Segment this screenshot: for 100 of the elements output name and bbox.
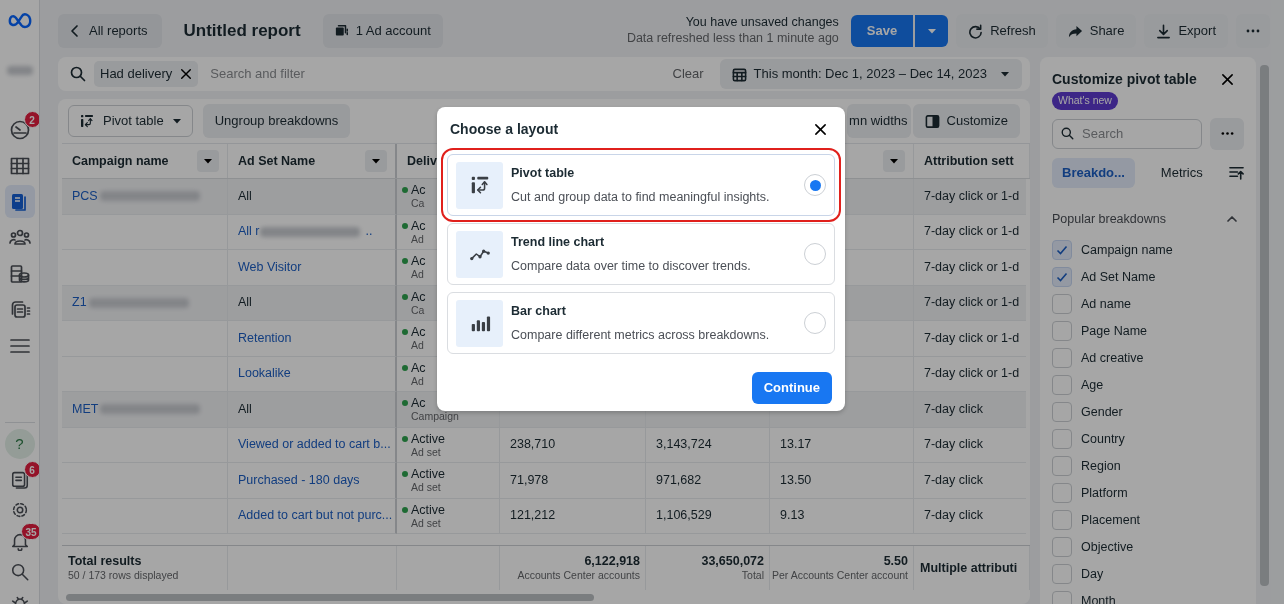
dialog-title: Choose a layout xyxy=(449,120,559,139)
status-dot xyxy=(402,222,408,229)
layout-dropdown[interactable]: Pivot table xyxy=(68,105,193,137)
column-header[interactable]: Ad Set Name xyxy=(238,151,316,171)
table-cell-text: All xyxy=(238,187,252,205)
campaign-link[interactable]: MET xyxy=(72,399,99,419)
filter-chip[interactable]: Had delivery xyxy=(94,61,199,87)
close-button[interactable] xyxy=(1221,73,1234,86)
sort-icon[interactable] xyxy=(1228,165,1244,181)
table-cell-text: 7-day click or 1-d xyxy=(924,329,1020,347)
option-description: Cut and group data to find meaningful insights. xyxy=(511,188,770,206)
status-text: Ac xyxy=(411,396,426,411)
checkbox[interactable] xyxy=(1052,294,1072,314)
close-button[interactable] xyxy=(814,123,827,136)
checkbox[interactable] xyxy=(1052,267,1072,287)
campaign-link[interactable]: PCS xyxy=(72,186,98,206)
column-header[interactable]: Attribution sett xyxy=(924,151,1014,171)
checkbox-label: Gender xyxy=(1081,403,1123,421)
search-icon xyxy=(9,561,30,582)
option-title: Trend line chart xyxy=(511,233,606,251)
table-cell-text: 7-day click or 1-d xyxy=(924,365,1020,383)
ungroup-button[interactable]: Ungroup breakdowns xyxy=(202,104,351,138)
status-level-text: Ad set xyxy=(411,516,441,529)
table-cell-text: All xyxy=(238,400,252,418)
status-text: Ac xyxy=(411,325,426,340)
checkbox[interactable] xyxy=(1052,456,1072,476)
ad-set-link[interactable]: All r xyxy=(238,222,260,242)
campaign-link[interactable]: Z1 xyxy=(72,293,87,313)
filter-bar[interactable]: Had delivery Search and filter Clear This month: Dec 1, 2023 – Dec 14, 2023 xyxy=(58,57,1030,91)
column-header[interactable]: Campaign name xyxy=(72,151,169,171)
notification-badge: 6 xyxy=(23,461,39,478)
layout-option[interactable]: Bar chart Compare different metrics across breakdowns. xyxy=(447,292,835,354)
help-button[interactable]: ? xyxy=(4,429,35,459)
remove-filter-button[interactable] xyxy=(180,68,193,80)
checkbox[interactable] xyxy=(1052,348,1072,368)
scrollbar-thumb[interactable] xyxy=(66,593,594,601)
search-input[interactable]: Search xyxy=(1080,123,1193,145)
ad-set-link[interactable]: Lookalike xyxy=(238,364,291,384)
new-badge: What's new xyxy=(1052,92,1118,110)
close-icon xyxy=(814,123,827,136)
ad-set-link[interactable]: Retention xyxy=(238,328,292,348)
back-button[interactable]: All reports xyxy=(58,14,162,48)
checkbox[interactable] xyxy=(1052,537,1072,557)
total-caption: Total xyxy=(741,569,764,582)
clear-link[interactable]: Clear xyxy=(672,64,704,84)
tab[interactable]: Breakdo... xyxy=(1052,157,1135,188)
accounts-icon xyxy=(334,24,349,38)
checkbox[interactable] xyxy=(1052,564,1072,584)
search-field[interactable]: Search xyxy=(1052,118,1202,149)
search-field[interactable]: Search and filter xyxy=(208,63,665,85)
checkbox-label: Platform xyxy=(1081,484,1128,502)
checkbox[interactable] xyxy=(1052,321,1072,341)
more-button[interactable] xyxy=(1210,117,1244,150)
checkbox[interactable] xyxy=(1052,483,1072,503)
table-cell-text: 971,682 xyxy=(656,471,702,489)
column-menu-button[interactable] xyxy=(197,150,219,172)
table-cell-text: 7-day click or 1-d xyxy=(924,294,1020,312)
checkbox-label: Objective xyxy=(1081,538,1134,556)
date-range-button[interactable]: This month: Dec 1, 2023 – Dec 14, 2023 xyxy=(719,59,1022,89)
status-text: Active xyxy=(411,431,446,446)
save-options-button[interactable] xyxy=(915,15,949,47)
ad-account-button[interactable]: 1 Ad account xyxy=(322,14,443,48)
status-dot xyxy=(402,187,408,193)
checkbox-label: Ad creative xyxy=(1081,349,1144,367)
status-dot xyxy=(402,506,408,513)
layout-option[interactable]: Trend line chart Compare data over time to discover trends. xyxy=(447,223,835,285)
status-text: Ac xyxy=(411,254,426,269)
checkbox[interactable] xyxy=(1052,510,1072,530)
checkbox[interactable] xyxy=(1052,402,1072,422)
option-title: Bar chart xyxy=(511,302,567,320)
scrollbar-thumb[interactable] xyxy=(1259,65,1269,586)
column-menu-button[interactable] xyxy=(883,150,905,172)
status-dot xyxy=(402,435,408,442)
table-cell-text: 7-day click or 1-d xyxy=(924,187,1020,205)
ad-set-link[interactable]: Purchased - 180 days xyxy=(238,470,360,490)
checkbox-label: Month xyxy=(1081,592,1116,604)
save-button[interactable]: Save xyxy=(850,15,914,47)
pivot-table-icon xyxy=(79,113,95,129)
table-cell-text: 7-day click or 1-d xyxy=(924,258,1020,276)
column-header[interactable]: Deliv xyxy=(407,151,437,171)
customize-button[interactable]: Customize xyxy=(912,104,1020,138)
caret-icon xyxy=(203,156,213,166)
table-cell-text: 7-day click xyxy=(924,471,984,489)
checkbox-label: Day xyxy=(1081,565,1104,583)
column-menu-button[interactable] xyxy=(365,150,387,172)
ad-set-link[interactable]: Added to cart but not purc... xyxy=(238,506,393,526)
column-widths-button[interactable]: mn widths xyxy=(847,104,911,138)
checkbox[interactable] xyxy=(1052,240,1072,260)
ad-set-link[interactable]: Viewed or added to cart b... xyxy=(238,435,391,455)
checkbox[interactable] xyxy=(1052,429,1072,449)
table-cell-text: 121,212 xyxy=(510,507,556,525)
checkbox-label: Age xyxy=(1081,376,1104,394)
checkbox[interactable] xyxy=(1052,375,1072,395)
total-value: 6,122,918 xyxy=(584,554,640,570)
status-text: Ac xyxy=(411,360,426,375)
panel-title: Customize pivot table xyxy=(1052,70,1197,89)
sidebar-item[interactable] xyxy=(4,185,35,218)
ad-set-link[interactable]: Web Visitor xyxy=(238,257,302,277)
tab[interactable]: Metrics xyxy=(1150,157,1213,188)
continue-button[interactable]: Continue xyxy=(751,372,832,404)
